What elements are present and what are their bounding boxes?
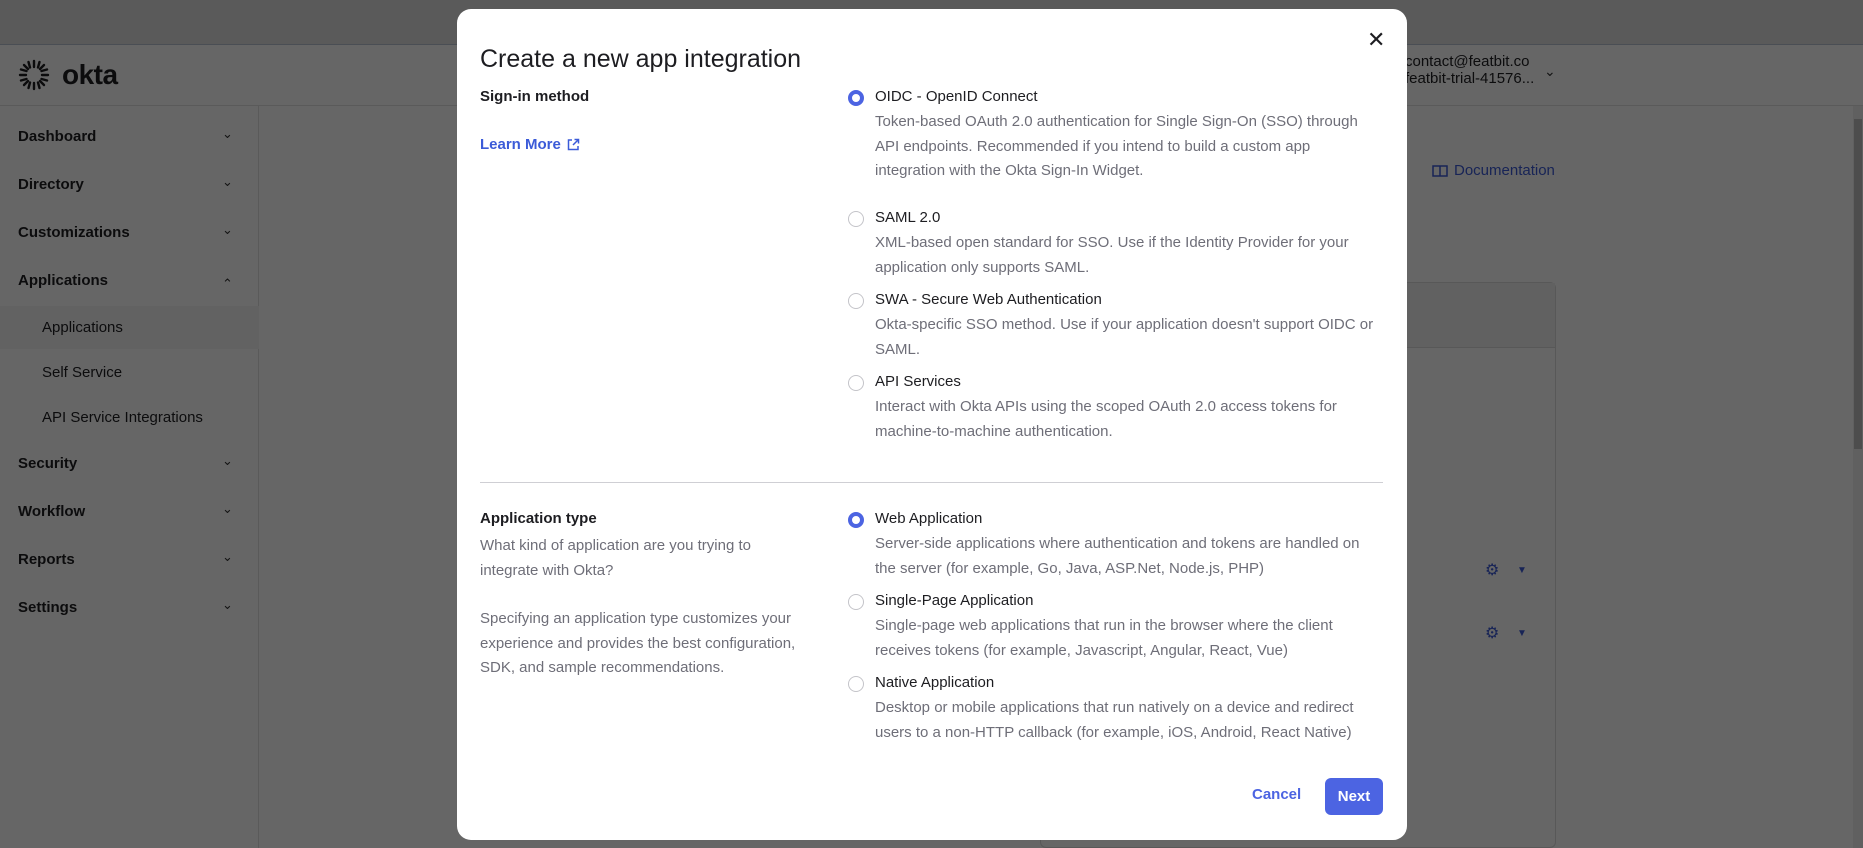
- radio-button[interactable]: [848, 676, 864, 692]
- sidebar-item-label: Workflow: [18, 503, 86, 520]
- option-label: API Services: [875, 373, 961, 390]
- option-label: SAML 2.0: [875, 209, 941, 226]
- option-description: Token-based OAuth 2.0 authentication for…: [875, 113, 1358, 179]
- dialog-title: Create a new app integration: [480, 45, 802, 73]
- sign-in-method-label: Sign-in method: [480, 88, 590, 105]
- sidebar-subitem-self-service[interactable]: Self Service: [42, 364, 122, 381]
- user-email: contact@featbit.co: [1405, 53, 1530, 70]
- chevron-down-icon: ⌄: [222, 501, 233, 516]
- option-description: Okta-specific SSO method. Use if your ap…: [875, 316, 1374, 358]
- option-description: XML-based open standard for SSO. Use if …: [875, 234, 1349, 276]
- sidebar-item-label: Directory: [18, 176, 84, 193]
- radio-button[interactable]: [848, 293, 864, 309]
- option-label: OIDC - OpenID Connect: [875, 88, 1038, 105]
- option-description: Interact with Okta APIs using the scoped…: [875, 398, 1337, 440]
- active-item-highlight: [0, 306, 259, 349]
- application-type-note: Specifying an application type customize…: [480, 610, 796, 676]
- documentation-label: Documentation: [1454, 162, 1555, 179]
- okta-sunburst-icon: [18, 59, 50, 91]
- user-org: featbit-trial-41576...: [1405, 70, 1535, 87]
- logo-text: okta: [62, 59, 118, 90]
- radio-button[interactable]: [848, 90, 864, 106]
- user-menu[interactable]: contact@featbit.co featbit-trial-41576..…: [1405, 53, 1534, 87]
- learn-more-link[interactable]: Learn More: [480, 136, 580, 153]
- sidebar-item-label: Customizations: [18, 224, 130, 241]
- section-divider: [480, 482, 1383, 483]
- sidebar-item-label: Dashboard: [18, 128, 97, 145]
- okta-logo[interactable]: okta: [18, 59, 118, 91]
- sidebar-item-label: Applications: [18, 272, 109, 289]
- application-type-label: Application type: [480, 510, 597, 527]
- option-label: Native Application: [875, 674, 995, 691]
- page-scrollbar[interactable]: [1853, 106, 1863, 848]
- close-icon[interactable]: ✕: [1367, 27, 1385, 53]
- option-label: Web Application: [875, 510, 983, 527]
- caret-down-icon[interactable]: ▼: [1517, 565, 1527, 576]
- option-description: Desktop or mobile applications that run …: [875, 699, 1354, 741]
- documentation-link[interactable]: Documentation: [1432, 162, 1555, 179]
- external-link-icon: [567, 138, 580, 151]
- book-icon: [1432, 164, 1448, 177]
- chevron-down-icon: ⌄: [222, 126, 233, 141]
- cancel-button[interactable]: Cancel: [1252, 786, 1301, 803]
- radio-button[interactable]: [848, 594, 864, 610]
- chevron-down-icon: ⌄: [222, 597, 233, 612]
- chevron-up-icon: ⌃: [222, 276, 233, 291]
- chevron-down-icon: ⌄: [222, 222, 233, 237]
- chevron-down-icon: ⌄: [222, 453, 233, 468]
- caret-down-icon[interactable]: ▼: [1517, 628, 1527, 639]
- option-label: SWA - Secure Web Authentication: [875, 291, 1102, 308]
- sidebar-subitem-applications[interactable]: Applications: [42, 319, 123, 336]
- chevron-down-icon: ⌄: [222, 549, 233, 564]
- gear-icon[interactable]: ⚙: [1485, 560, 1499, 580]
- option-description: Server-side applications where authentic…: [875, 535, 1360, 577]
- chevron-down-icon: ⌄: [222, 174, 233, 189]
- create-app-integration-dialog: Create a new app integration ✕ Sign-in m…: [457, 9, 1407, 840]
- sidebar-item-label: Security: [18, 455, 78, 472]
- sidebar-item-label: Reports: [18, 551, 75, 568]
- radio-button[interactable]: [848, 211, 864, 227]
- sidebar-subitem-api-service-integrations[interactable]: API Service Integrations: [42, 409, 203, 426]
- radio-button[interactable]: [848, 375, 864, 391]
- sidebar: Dashboard ⌄ Directory ⌄ Customizations ⌄ Ap…: [0, 106, 259, 848]
- gear-icon[interactable]: ⚙: [1485, 623, 1499, 643]
- next-button[interactable]: Next: [1325, 778, 1383, 815]
- option-description: Single-page web applications that run in…: [875, 617, 1333, 659]
- application-type-question: What kind of application are you trying …: [480, 537, 751, 579]
- learn-more-label: Learn More: [480, 136, 561, 153]
- chevron-down-icon[interactable]: ⌄: [1544, 63, 1556, 80]
- radio-button[interactable]: [848, 512, 864, 528]
- option-label: Single-Page Application: [875, 592, 1034, 609]
- scrollbar-thumb[interactable]: [1854, 119, 1862, 449]
- sidebar-item-label: Settings: [18, 599, 78, 616]
